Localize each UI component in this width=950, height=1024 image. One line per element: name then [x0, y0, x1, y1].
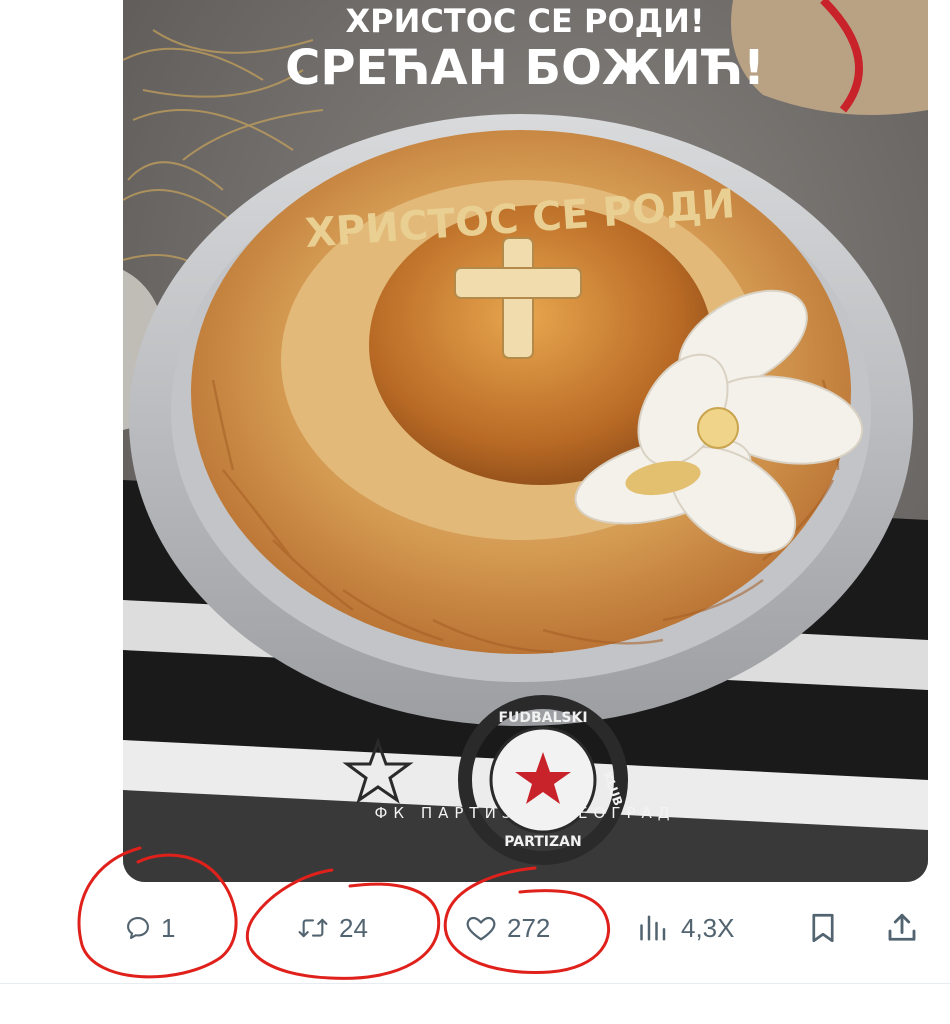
retweet-button[interactable]: 24: [296, 895, 368, 961]
post-image[interactable]: ХРИСТОС СЕ РОДИ ХРИСТОС СЕ РОДИ! СРЕЋАН …: [123, 0, 928, 882]
bookmark-button[interactable]: [806, 895, 840, 961]
post-image-headline-line1: ХРИСТОС СЕ РОДИ!: [345, 2, 704, 40]
views-button[interactable]: 4,3Х: [636, 895, 735, 961]
post-image-headline-line2: СРЕЋАН БОЖИЋ!: [285, 40, 765, 96]
retweet-arrows-icon: [298, 918, 328, 938]
like-count: 272: [507, 913, 551, 943]
bookmark-icon: [812, 913, 834, 943]
post-page: ХРИСТОС СЕ РОДИ ХРИСТОС СЕ РОДИ! СРЕЋАН …: [0, 0, 950, 1024]
share-upload-icon: [888, 913, 916, 941]
like-button[interactable]: 272: [464, 895, 550, 961]
post-action-bar: 1 24 272 4,3Х: [0, 895, 950, 961]
views-count: 4,3Х: [681, 913, 735, 943]
speech-bubble-icon: [127, 917, 149, 939]
share-button[interactable]: [884, 895, 920, 961]
christmas-bread-photo: ХРИСТОС СЕ РОДИ ХРИСТОС СЕ РОДИ! СРЕЋАН …: [123, 0, 928, 882]
crest-ring-top: FUDBALSKI: [498, 710, 587, 726]
heart-icon: [466, 916, 496, 941]
reply-button[interactable]: 1: [124, 895, 175, 961]
bar-chart-icon: [640, 915, 666, 941]
crest-ring-bottom: PARTIZAN: [504, 834, 581, 850]
reply-count: 1: [161, 913, 176, 943]
retweet-count: 24: [339, 913, 368, 943]
club-name-caption: ФК ПАРТИЗАН БЕОГРАД: [375, 804, 676, 822]
bottom-divider: [0, 983, 950, 984]
